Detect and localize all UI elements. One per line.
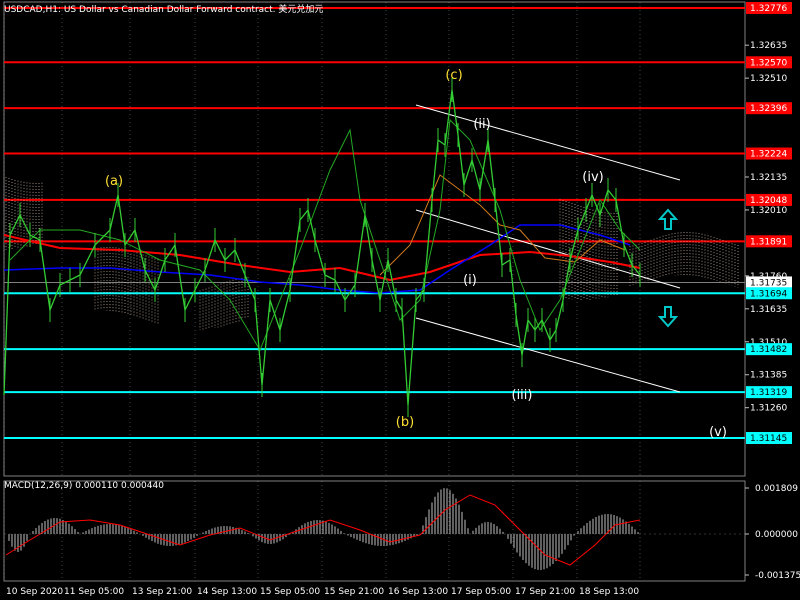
x-axis-label: 17 Sep 05:00: [451, 587, 511, 597]
wave-label: (b): [396, 415, 414, 430]
x-axis-label: 14 Sep 13:00: [197, 587, 257, 597]
y-axis-label: 1.32135: [750, 173, 787, 183]
x-axis-label: 17 Sep 21:00: [515, 587, 575, 597]
y-axis-label: 1.31385: [750, 371, 787, 381]
x-axis-label: 10 Sep 2020: [6, 587, 63, 597]
x-axis-label: 16 Sep 13:00: [388, 587, 448, 597]
wave-label: (i): [463, 273, 477, 288]
resistance-level-label: 1.32776: [750, 4, 787, 14]
support-level-label: 1.31319: [750, 388, 787, 398]
chart-canvas[interactable]: 1.326351.325101.321351.320101.317601.316…: [0, 0, 800, 600]
resistance-level-label: 1.32224: [750, 150, 787, 160]
macd-axis-label: -0.001375: [755, 571, 800, 581]
support-level-label: 1.31145: [750, 434, 787, 444]
current-price-label: 1.31694: [750, 289, 787, 299]
y-axis-label: 1.31635: [750, 305, 787, 315]
wave-label: (iv): [582, 170, 603, 185]
wave-label: (iii): [512, 388, 533, 403]
chart-title: USDCAD,H1: US Dollar vs Canadian Dollar …: [4, 5, 324, 15]
y-axis-label: 1.32510: [750, 74, 787, 84]
current-price-label: 1.31735: [750, 278, 787, 288]
x-axis-label: 11 Sep 05:00: [64, 587, 124, 597]
support-level-label: 1.31482: [750, 345, 787, 355]
y-axis-label: 1.32635: [750, 41, 787, 51]
resistance-level-label: 1.32048: [750, 196, 787, 206]
y-axis-label: 1.32010: [750, 206, 787, 216]
resistance-level-label: 1.32396: [750, 104, 787, 114]
x-axis-label: 15 Sep 21:00: [324, 587, 384, 597]
macd-title: MACD(12,26,9) 0.000110 0.000440: [4, 481, 164, 491]
x-axis-label: 18 Sep 13:00: [579, 587, 639, 597]
channel-line[interactable]: [415, 317, 681, 393]
wave-label: (v): [709, 425, 727, 440]
x-axis-label: 15 Sep 05:00: [260, 587, 320, 597]
wave-label: (ii): [473, 117, 490, 132]
wave-label: (a): [105, 174, 123, 189]
x-axis-label: 13 Sep 21:00: [132, 587, 192, 597]
wave-label: (c): [445, 68, 462, 83]
arrow-down-icon: [657, 306, 679, 328]
y-axis-label: 1.31260: [750, 404, 787, 414]
arrow-up-icon: [657, 208, 679, 230]
resistance-level-label: 1.32570: [750, 58, 787, 68]
macd-panel-frame: [3, 480, 746, 582]
macd-axis-label: 0.001809: [755, 484, 798, 494]
macd-axis-label: 0.000000: [755, 530, 798, 540]
resistance-level-label: 1.31891: [750, 237, 787, 247]
